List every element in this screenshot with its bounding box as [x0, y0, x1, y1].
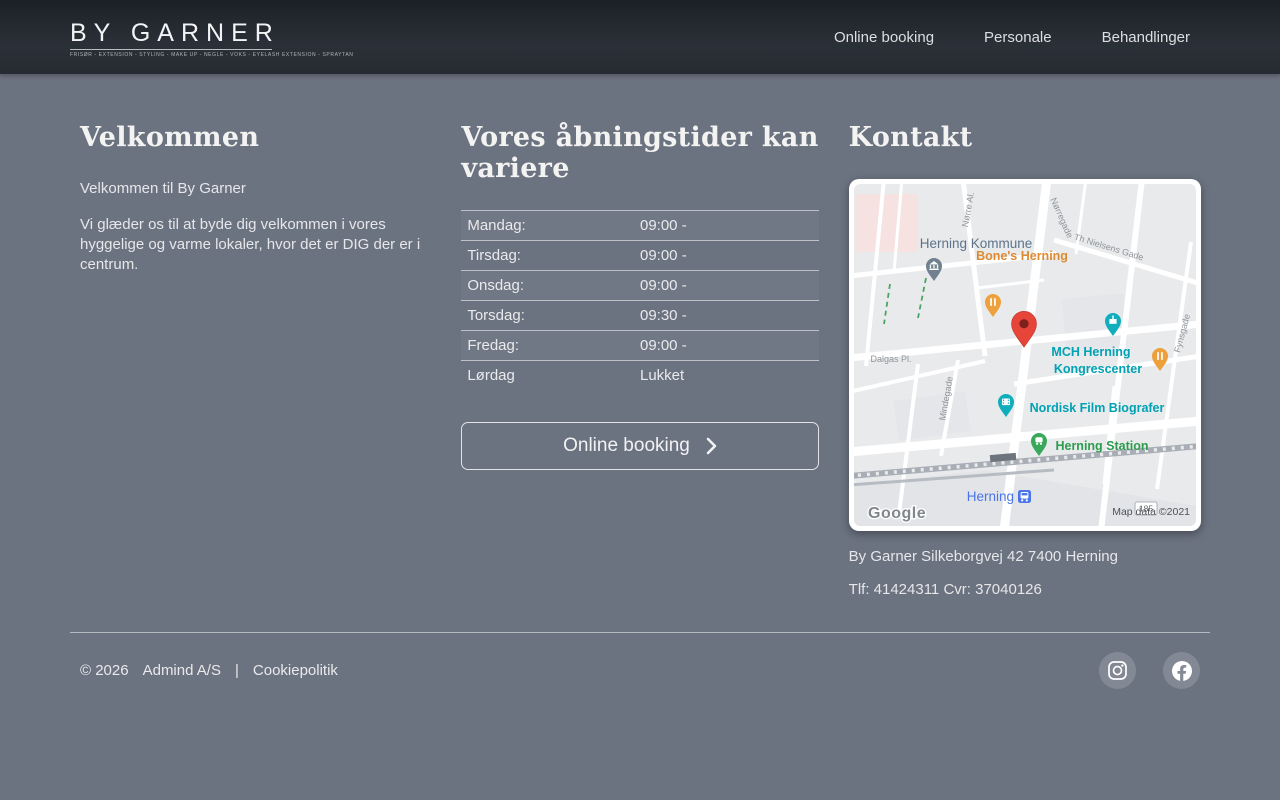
- table-row: Mandag: 09:00 -: [461, 210, 819, 241]
- time-value: 09:30 -: [639, 307, 687, 324]
- google-logo: Google: [868, 505, 926, 522]
- facebook-icon: [1171, 660, 1192, 681]
- contact-phone-cvr: Tlf: 41424311 Cvr: 37040126: [848, 581, 1042, 598]
- copyright-text: © 2026: [80, 662, 129, 679]
- site-footer: © 2026 Admind A/S | Cookiepolitik: [70, 632, 1210, 689]
- site-header: BY GARNER FRISØR - EXTENSION - STYLING -…: [0, 0, 1280, 74]
- street-label: Dalgas Pl.: [870, 354, 911, 364]
- instagram-button[interactable]: [1099, 652, 1136, 689]
- day-label: Tirsdag:: [467, 247, 521, 264]
- time-value: 09:00 -: [639, 217, 687, 234]
- online-booking-button-label: Online booking: [563, 434, 690, 456]
- logo-tagline: FRISØR - EXTENSION - STYLING - MAKE UP -…: [70, 52, 354, 58]
- hours-section: Vores åbningstider kan variere Mandag: 0…: [461, 122, 819, 598]
- online-booking-button[interactable]: Online booking: [461, 421, 819, 470]
- logo-divider: [70, 49, 272, 50]
- time-value: 09:00 -: [639, 337, 687, 354]
- social-links: [1099, 652, 1210, 689]
- main-content: Velkommen Velkommen til By Garner Vi glæ…: [0, 122, 1280, 598]
- table-row: Fredag: 09:00 -: [461, 330, 819, 361]
- chevron-right-icon: [706, 437, 717, 454]
- contact-title: Kontakt: [848, 122, 973, 153]
- hours-title: Vores åbningstider kan variere: [461, 122, 819, 184]
- table-row: Lørdag Lukket: [461, 361, 818, 391]
- company-link[interactable]: Admind A/S: [143, 662, 221, 679]
- poi-label-mch-2: Kongrescenter: [1054, 362, 1142, 376]
- welcome-title: Velkommen: [80, 122, 260, 153]
- map-building-pink: [855, 194, 918, 252]
- instagram-icon: [1108, 661, 1127, 680]
- day-label: Fredag:: [467, 337, 520, 354]
- poi-label-mch-1: MCH Herning: [1051, 345, 1130, 359]
- map-attribution: Map data ©2021: [1112, 506, 1190, 518]
- day-label: Torsdag:: [467, 307, 525, 324]
- day-label: Lørdag: [467, 367, 515, 385]
- time-value: 09:00 -: [639, 277, 687, 294]
- time-value: Lukket: [639, 367, 685, 385]
- footer-separator: |: [234, 662, 239, 679]
- nav-item-online-booking[interactable]: Online booking: [834, 29, 934, 46]
- map-label-city: Herning: [966, 489, 1013, 504]
- logo-title: BY GARNER: [70, 19, 280, 47]
- train-station-icon: [1017, 490, 1031, 503]
- main-nav: Online booking Personale Behandlinger: [834, 29, 1190, 46]
- opening-hours-table: Mandag: 09:00 - Tirsdag: 09:00 - Onsdag:…: [461, 210, 819, 391]
- cookie-policy-link[interactable]: Cookiepolitik: [253, 662, 338, 679]
- table-row: Tirsdag: 09:00 -: [461, 241, 819, 271]
- poi-label-bones: Bone's Herning: [976, 249, 1068, 263]
- poi-label-nordisk: Nordisk Film Biografer: [1029, 401, 1164, 415]
- contact-section: Kontakt Nørre Al. Nørregade Th Nielsens …: [848, 122, 1206, 598]
- map-canvas: Nørre Al. Nørregade Th Nielsens Gade Fyn…: [853, 184, 1196, 526]
- day-label: Onsdag:: [467, 277, 525, 294]
- footer-meta: © 2026 Admind A/S | Cookiepolitik: [70, 662, 338, 679]
- logo[interactable]: BY GARNER FRISØR - EXTENSION - STYLING -…: [70, 19, 354, 58]
- table-row: Torsdag: 09:30 -: [461, 301, 819, 331]
- table-row: Onsdag: 09:00 -: [461, 270, 819, 301]
- nav-item-behandlinger[interactable]: Behandlinger: [1102, 29, 1190, 46]
- nav-item-personale[interactable]: Personale: [984, 29, 1052, 46]
- poi-label-station: Herning Station: [1055, 439, 1148, 453]
- contact-address: By Garner Silkeborgvej 42 7400 Herning: [848, 548, 1118, 565]
- day-label: Mandag:: [467, 217, 526, 234]
- welcome-paragraph-2: Vi glæder os til at byde dig velkommen i…: [80, 216, 421, 273]
- time-value: 09:00 -: [639, 247, 687, 264]
- facebook-button[interactable]: [1163, 652, 1200, 689]
- welcome-paragraph-1: Velkommen til By Garner: [80, 180, 246, 197]
- welcome-section: Velkommen Velkommen til By Garner Vi glæ…: [74, 122, 431, 598]
- google-map-embed[interactable]: Nørre Al. Nørregade Th Nielsens Gade Fyn…: [848, 179, 1201, 531]
